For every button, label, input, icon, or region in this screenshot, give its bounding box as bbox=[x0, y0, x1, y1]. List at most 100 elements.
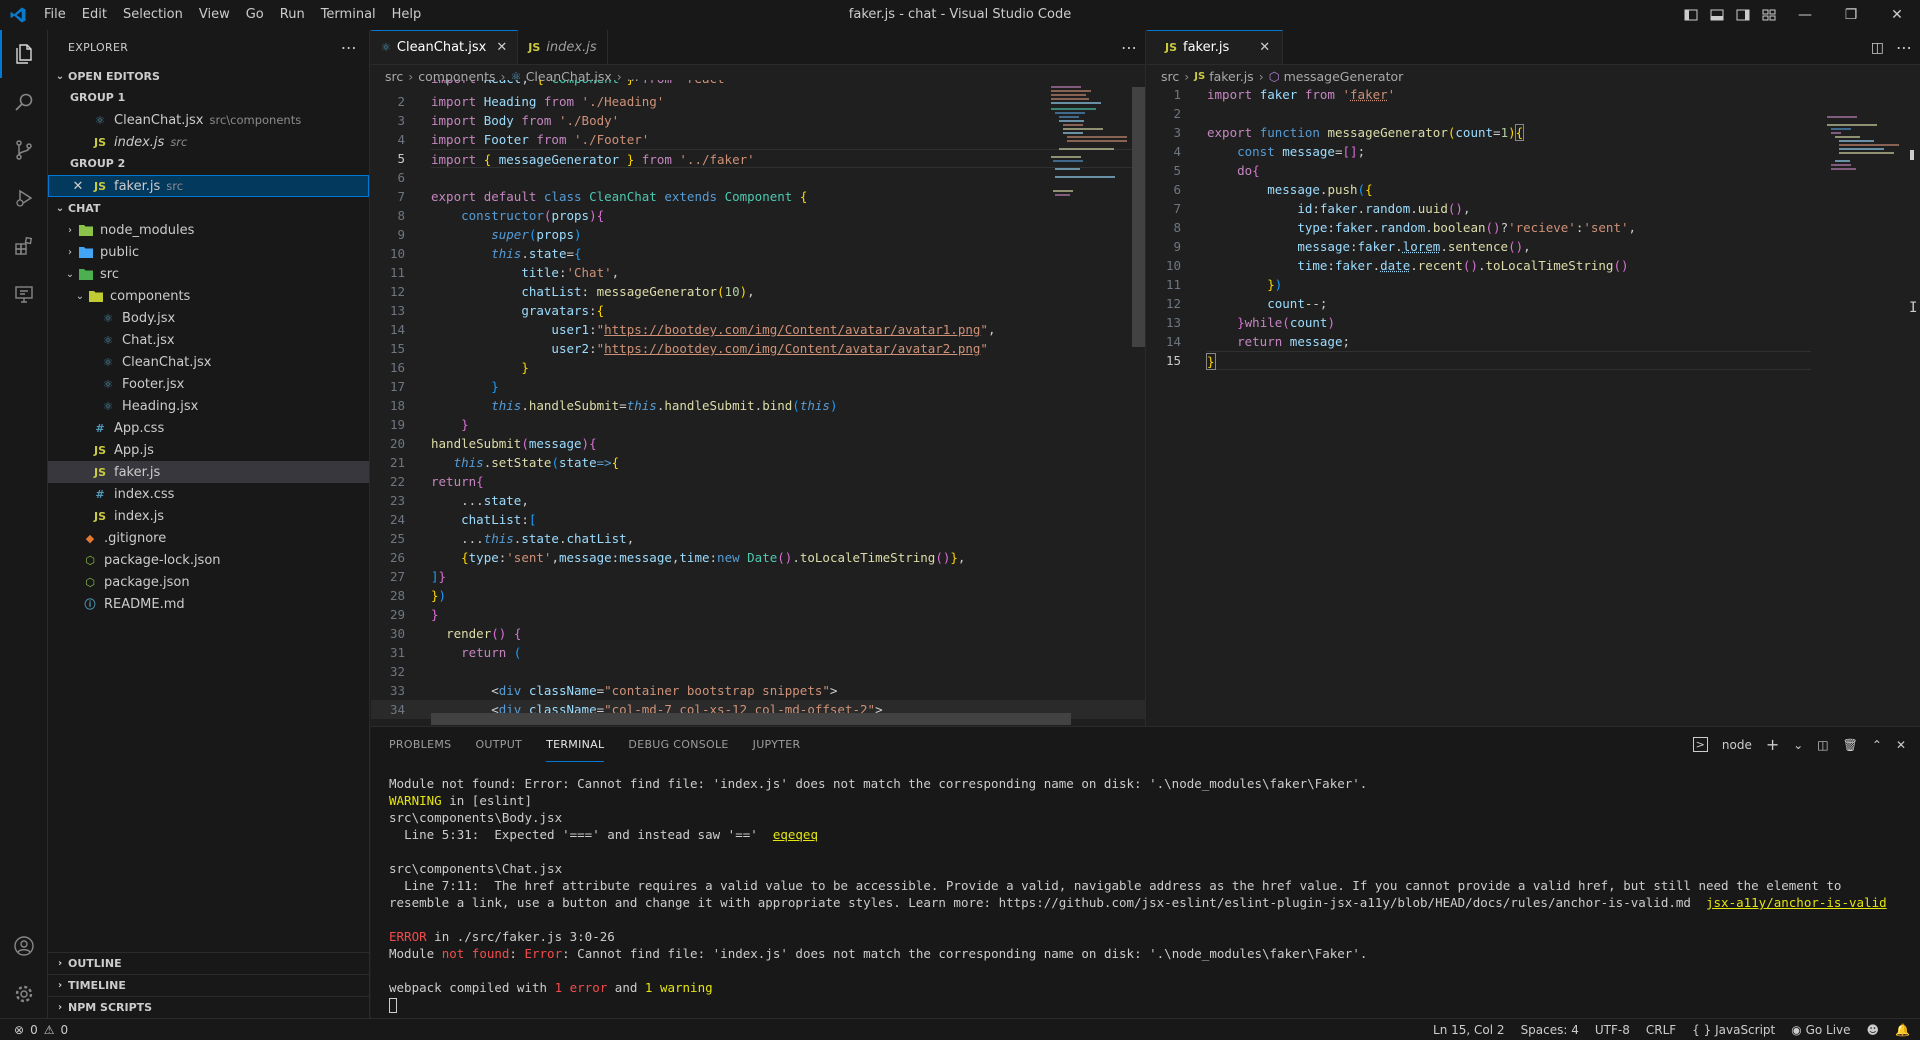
terminal-shell-label[interactable]: node bbox=[1722, 738, 1752, 752]
search-icon[interactable] bbox=[0, 78, 48, 126]
menu-run[interactable]: Run bbox=[272, 0, 313, 30]
accounts-icon[interactable] bbox=[0, 922, 48, 970]
cursor-position[interactable]: Ln 15, Col 2 bbox=[1433, 1023, 1505, 1037]
open-editors-header[interactable]: ⌄ OPEN EDITORS bbox=[48, 65, 369, 87]
run-debug-icon[interactable] bbox=[0, 174, 48, 222]
close-tab-icon[interactable]: ✕ bbox=[1259, 40, 1270, 55]
tab-output[interactable]: OUTPUT bbox=[475, 727, 522, 762]
extensions-icon[interactable] bbox=[0, 222, 48, 270]
breadcrumb-item[interactable]: src bbox=[1161, 69, 1179, 84]
minimap-1[interactable] bbox=[1051, 86, 1131, 206]
menu-file[interactable]: File bbox=[36, 0, 74, 30]
code-line: 8 constructor(props){ bbox=[397, 208, 605, 223]
rule-link[interactable]: jsx-a11y/anchor-is-valid bbox=[1706, 895, 1887, 910]
tree-file-gitignore[interactable]: ◆ .gitignore bbox=[48, 527, 369, 549]
tree-file-heading[interactable]: ⚛ Heading.jsx bbox=[48, 395, 369, 417]
manage-gear-icon[interactable] bbox=[0, 970, 48, 1018]
tree-file-appjs[interactable]: JS App.js bbox=[48, 439, 369, 461]
minimize-icon[interactable]: — bbox=[1782, 0, 1828, 30]
js-file-icon: JS bbox=[93, 443, 106, 457]
group1-header[interactable]: GROUP 1 bbox=[48, 87, 369, 109]
code-line: 31 return ( bbox=[389, 645, 522, 660]
tree-label: CleanChat.jsx bbox=[122, 354, 212, 370]
close-editor-icon[interactable]: ✕ bbox=[70, 179, 86, 194]
group2-header[interactable]: GROUP 2 bbox=[48, 153, 369, 175]
menu-terminal[interactable]: Terminal bbox=[313, 0, 384, 30]
source-control-icon[interactable] bbox=[0, 126, 48, 174]
code-editor-2[interactable]: 1 import faker from 'faker' 2 3 export fun… bbox=[1147, 85, 1920, 726]
tab-index[interactable]: JS index.js bbox=[518, 30, 608, 64]
menu-selection[interactable]: Selection bbox=[115, 0, 191, 30]
tree-file-package-lock[interactable]: ⬡ package-lock.json bbox=[48, 549, 369, 571]
tree-file-faker[interactable]: JS faker.js bbox=[48, 461, 369, 483]
tree-file-indexcss[interactable]: # index.css bbox=[48, 483, 369, 505]
menu-view[interactable]: View bbox=[191, 0, 238, 30]
tree-file-readme[interactable]: ⓘ README.md bbox=[48, 593, 369, 615]
split-editor-icon[interactable]: ◫ bbox=[1871, 40, 1884, 56]
more-actions-icon[interactable]: ⋯ bbox=[341, 38, 357, 57]
toggle-primary-sidebar-icon[interactable] bbox=[1678, 0, 1704, 30]
outline-header[interactable]: › OUTLINE bbox=[48, 952, 369, 974]
encoding[interactable]: UTF-8 bbox=[1595, 1023, 1630, 1037]
code-editor-1[interactable]: import React, { Component } from 'react'… bbox=[371, 80, 1145, 726]
tree-file-appcss[interactable]: # App.css bbox=[48, 417, 369, 439]
more-actions-icon[interactable]: ⋯ bbox=[1121, 38, 1137, 57]
toggle-secondary-sidebar-icon[interactable] bbox=[1730, 0, 1756, 30]
notifications-bell-icon[interactable]: 🔔 bbox=[1895, 1023, 1910, 1037]
tree-file-footer[interactable]: ⚛ Footer.jsx bbox=[48, 373, 369, 395]
tree-folder-components[interactable]: ⌄ components bbox=[48, 285, 369, 307]
minimap-2[interactable] bbox=[1827, 86, 1907, 206]
remote-explorer-icon[interactable] bbox=[0, 270, 48, 318]
menu-help[interactable]: Help bbox=[384, 0, 430, 30]
menu-go[interactable]: Go bbox=[238, 0, 272, 30]
tab-terminal[interactable]: TERMINAL bbox=[546, 727, 605, 762]
restore-icon[interactable]: ❐ bbox=[1828, 0, 1874, 30]
open-editor-item[interactable]: ⚛ CleanChat.jsx src\components bbox=[48, 109, 369, 131]
editor2-scrollbar-marker[interactable] bbox=[1910, 150, 1914, 160]
timeline-header[interactable]: › TIMELINE bbox=[48, 974, 369, 996]
tree-file-indexjs[interactable]: JS index.js bbox=[48, 505, 369, 527]
new-terminal-icon[interactable]: + bbox=[1766, 735, 1779, 754]
tree-file-chat[interactable]: ⚛ Chat.jsx bbox=[48, 329, 369, 351]
tree-file-body[interactable]: ⚛ Body.jsx bbox=[48, 307, 369, 329]
toggle-panel-icon[interactable] bbox=[1704, 0, 1730, 30]
go-live-button[interactable]: ◉ Go Live bbox=[1791, 1023, 1850, 1037]
open-editor-item[interactable]: ✕ JS faker.js src bbox=[48, 175, 369, 197]
trash-icon[interactable]: 🗑 bbox=[1843, 738, 1858, 752]
split-terminal-icon[interactable]: ◫ bbox=[1817, 738, 1828, 752]
maximize-panel-icon[interactable]: ⌃ bbox=[1872, 738, 1882, 752]
tab-problems[interactable]: PROBLEMS bbox=[389, 727, 451, 762]
customize-layout-icon[interactable] bbox=[1756, 0, 1782, 30]
open-editor-item[interactable]: JS index.js src bbox=[48, 131, 369, 153]
tree-folder-public[interactable]: › public bbox=[48, 241, 369, 263]
npm-scripts-header[interactable]: › NPM SCRIPTS bbox=[48, 996, 369, 1018]
project-header[interactable]: ⌄ CHAT bbox=[48, 197, 369, 219]
editor1-hscrollbar[interactable] bbox=[431, 713, 1071, 725]
tab-cleanchat[interactable]: ⚛ CleanChat.jsx ✕ bbox=[371, 30, 519, 64]
language-mode[interactable]: { } JavaScript bbox=[1692, 1023, 1775, 1037]
close-panel-icon[interactable]: ✕ bbox=[1896, 738, 1906, 752]
tab-faker[interactable]: JS faker.js ✕ bbox=[1147, 30, 1284, 64]
terminal-output[interactable]: Module not found: Error: Cannot find fil… bbox=[389, 775, 1900, 1013]
menu-edit[interactable]: Edit bbox=[74, 0, 115, 30]
feedback-icon[interactable]: ☻ bbox=[1867, 1023, 1880, 1037]
breadcrumb-item[interactable]: messageGenerator bbox=[1284, 69, 1404, 84]
indentation[interactable]: Spaces: 4 bbox=[1521, 1023, 1579, 1037]
tree-file-package[interactable]: ⬡ package.json bbox=[48, 571, 369, 593]
problems-status[interactable]: ⊗ 0 ⚠ 0 bbox=[0, 1023, 68, 1037]
end-of-line[interactable]: CRLF bbox=[1646, 1023, 1676, 1037]
tree-folder-node-modules[interactable]: › node_modules bbox=[48, 219, 369, 241]
chevron-down-icon[interactable]: ⌄ bbox=[1793, 738, 1803, 752]
more-actions-icon[interactable]: ⋯ bbox=[1896, 38, 1912, 57]
explorer-icon[interactable] bbox=[0, 30, 48, 78]
tab-debug-console[interactable]: DEBUG CONSOLE bbox=[628, 727, 728, 762]
editor1-scrollbar[interactable] bbox=[1132, 87, 1145, 347]
explorer-title: EXPLORER bbox=[68, 41, 129, 54]
breadcrumb-item[interactable]: faker.js bbox=[1209, 69, 1254, 84]
tab-jupyter[interactable]: JUPYTER bbox=[753, 727, 801, 762]
close-tab-icon[interactable]: ✕ bbox=[496, 40, 507, 55]
tree-file-cleanchat[interactable]: ⚛ CleanChat.jsx bbox=[48, 351, 369, 373]
rule-link[interactable]: eqeqeq bbox=[773, 827, 818, 842]
tree-folder-src[interactable]: ⌄ src bbox=[48, 263, 369, 285]
close-window-icon[interactable]: ✕ bbox=[1874, 0, 1920, 30]
